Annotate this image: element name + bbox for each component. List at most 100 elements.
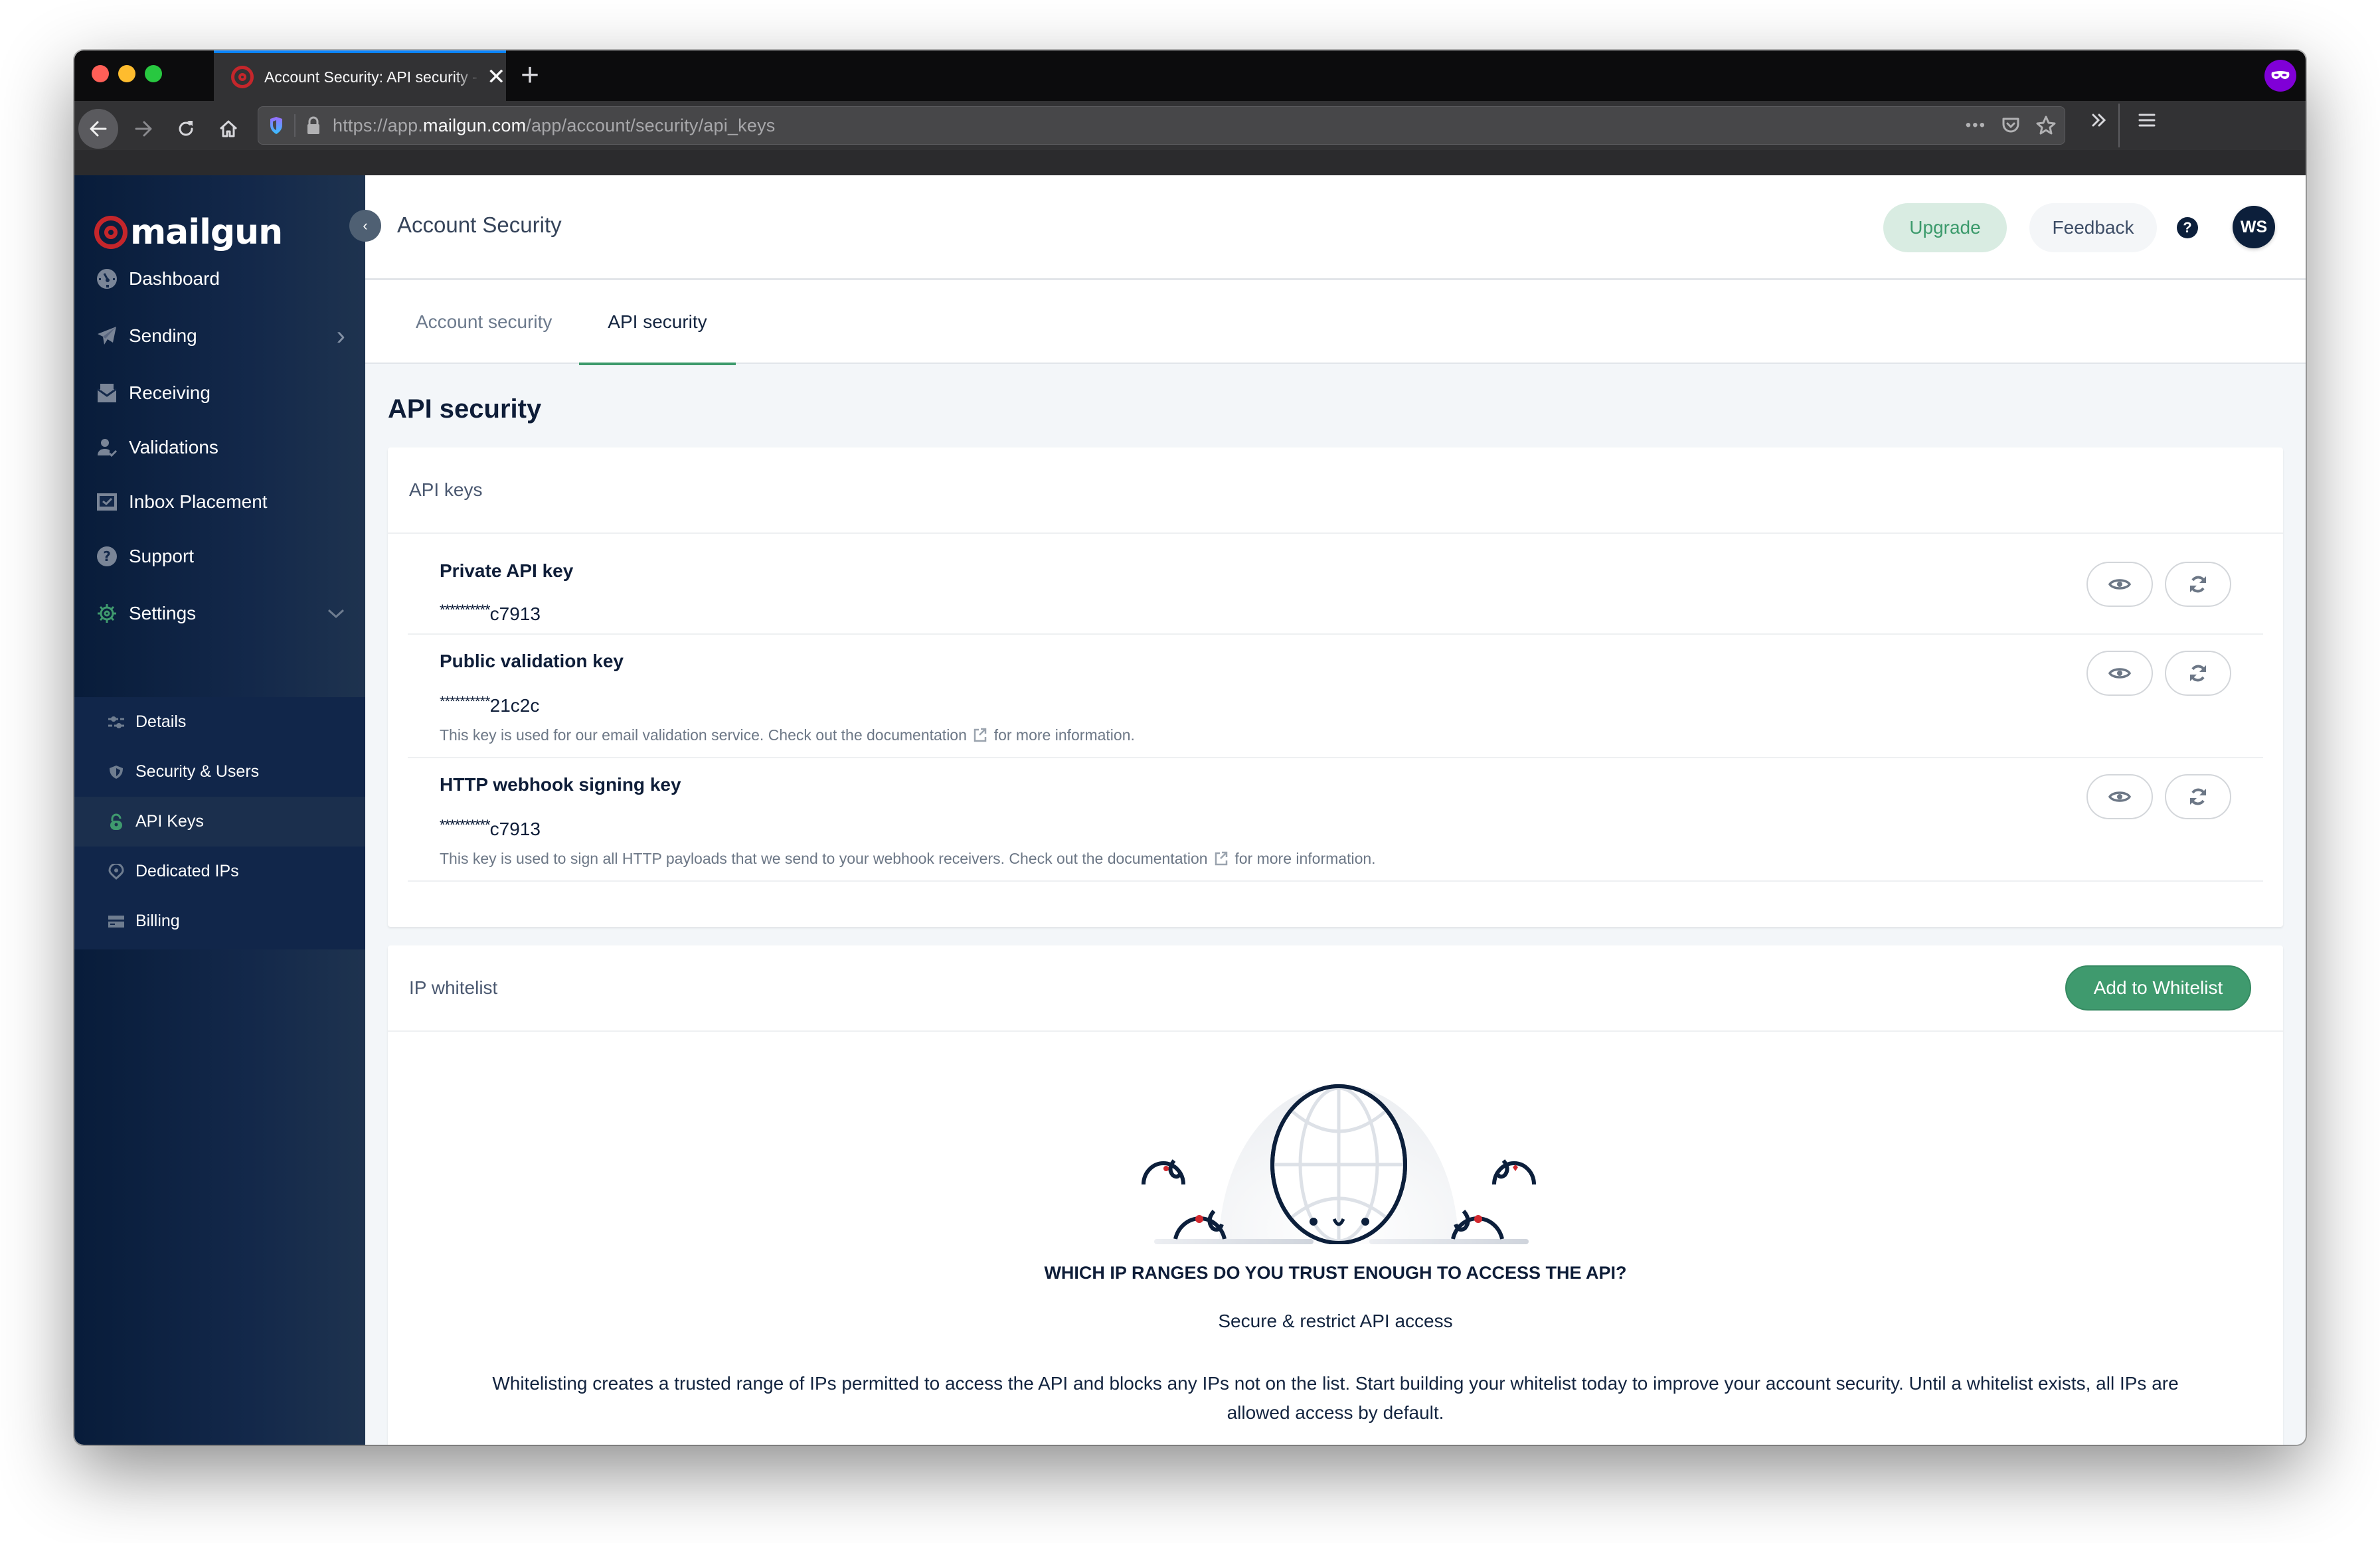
refresh-icon bbox=[2190, 665, 2206, 682]
sidebar-item-sending[interactable]: Sending › bbox=[74, 309, 365, 363]
refresh-icon bbox=[2190, 576, 2206, 593]
settings-subnav: Details Security & Users API Keys Dedica… bbox=[74, 697, 365, 949]
sidebar-subitem-label: API Keys bbox=[135, 812, 204, 831]
key-value: **********c7913 bbox=[440, 602, 541, 625]
key-description: This key is used for our email validatio… bbox=[440, 726, 1135, 744]
hamburger-menu-icon[interactable] bbox=[2137, 110, 2157, 136]
shield-icon bbox=[108, 764, 125, 781]
key-row-private: Private API key **********c7913 bbox=[408, 534, 2263, 635]
page-actions-more-icon[interactable]: ••• bbox=[1966, 116, 1986, 135]
lock-icon bbox=[108, 813, 125, 831]
address-bar-separator bbox=[294, 114, 296, 137]
reveal-key-button[interactable] bbox=[2086, 774, 2153, 819]
external-link-icon[interactable] bbox=[974, 728, 987, 742]
pocket-icon[interactable] bbox=[2001, 116, 2021, 135]
mailgun-app: mailgun Dashboard Sending › Receiving Va… bbox=[74, 175, 2306, 1445]
rotate-key-button[interactable] bbox=[2165, 562, 2231, 607]
tab-account-security[interactable]: Account security bbox=[416, 280, 552, 364]
window-zoom-button[interactable] bbox=[145, 65, 162, 82]
sidebar-subitem-details[interactable]: Details bbox=[74, 697, 365, 747]
secure-lock-icon[interactable] bbox=[306, 116, 321, 135]
tracking-protection-shield-icon[interactable] bbox=[269, 116, 284, 135]
key-mask: ********** bbox=[440, 817, 491, 833]
sidebar-subitem-security-users[interactable]: Security & Users bbox=[74, 747, 365, 797]
key-description-text: for more information. bbox=[993, 726, 1135, 744]
sidebar: mailgun Dashboard Sending › Receiving Va… bbox=[74, 175, 365, 1445]
external-link-icon[interactable] bbox=[1215, 851, 1228, 866]
sliders-icon bbox=[108, 714, 125, 731]
security-tabs: Account security API security bbox=[365, 280, 2306, 365]
reveal-key-button[interactable] bbox=[2086, 562, 2153, 607]
upgrade-button[interactable]: Upgrade bbox=[1883, 203, 2007, 252]
forward-button[interactable] bbox=[125, 110, 162, 147]
toolbar-divider bbox=[2118, 104, 2120, 147]
new-tab-button[interactable]: + bbox=[521, 57, 539, 94]
key-actions bbox=[2086, 774, 2231, 819]
rotate-key-button[interactable] bbox=[2165, 774, 2231, 819]
url-path: /app/account/security/api_keys bbox=[526, 115, 776, 135]
add-to-whitelist-button[interactable]: Add to Whitelist bbox=[2065, 965, 2251, 1011]
url-text[interactable]: https://app.mailgun.com/app/account/secu… bbox=[333, 116, 775, 136]
gear-icon bbox=[96, 602, 118, 625]
bookmark-star-icon[interactable] bbox=[2035, 115, 2057, 136]
globe-eye-right bbox=[1361, 1218, 1369, 1226]
sidebar-subitem-api-keys[interactable]: API Keys bbox=[74, 797, 365, 847]
inbox-placement-icon bbox=[96, 491, 118, 513]
ip-whitelist-card-header: IP whitelist Add to Whitelist bbox=[388, 945, 2283, 1032]
collapse-sidebar-button[interactable]: ‹ bbox=[349, 210, 381, 242]
chevron-right-icon[interactable]: › bbox=[337, 321, 345, 351]
sidebar-item-label: Dashboard bbox=[129, 268, 220, 289]
key-description-text: This key is used for our email validatio… bbox=[440, 726, 967, 744]
sidebar-item-receiving[interactable]: Receiving bbox=[74, 366, 365, 420]
paper-plane-icon bbox=[96, 325, 118, 347]
key-description-text: This key is used to sign all HTTP payloa… bbox=[440, 850, 1208, 867]
key-mask: ********** bbox=[440, 602, 491, 618]
browser-window: Account Security: API security - Mailgun… bbox=[74, 50, 2306, 1445]
key-row-public-validation: Public validation key **********21c2c Th… bbox=[408, 635, 2263, 758]
user-avatar[interactable]: WS bbox=[2233, 206, 2275, 248]
window-minimize-button[interactable] bbox=[118, 65, 135, 82]
sidebar-item-validations[interactable]: Validations bbox=[74, 421, 365, 474]
help-icon[interactable]: ? bbox=[2177, 217, 2198, 238]
tab-close-icon[interactable]: ✕ bbox=[487, 66, 506, 88]
browser-toolbar: https://app.mailgun.com/app/account/secu… bbox=[74, 101, 2306, 175]
key-value: **********c7913 bbox=[440, 817, 541, 840]
mailgun-logo[interactable]: mailgun bbox=[94, 212, 283, 252]
globe-illustration-icon bbox=[1142, 1084, 1536, 1244]
credit-card-icon bbox=[108, 913, 125, 930]
key-actions bbox=[2086, 562, 2231, 607]
sidebar-item-inbox-placement[interactable]: Inbox Placement bbox=[74, 475, 365, 528]
address-bar[interactable]: https://app.mailgun.com/app/account/secu… bbox=[258, 106, 2065, 145]
key-suffix: 21c2c bbox=[489, 695, 540, 716]
reveal-key-button[interactable] bbox=[2086, 651, 2153, 696]
key-suffix: c7913 bbox=[489, 604, 541, 624]
refresh-icon bbox=[2190, 788, 2206, 805]
chevron-down-icon[interactable] bbox=[327, 602, 345, 625]
tab-api-security[interactable]: API security bbox=[579, 280, 736, 365]
tab-title: Account Security: API security - Mailgun bbox=[264, 68, 480, 86]
sidebar-item-dashboard[interactable]: Dashboard bbox=[74, 252, 365, 305]
browser-tab-active[interactable]: Account Security: API security - Mailgun… bbox=[214, 50, 506, 101]
toolbar-lower-strip bbox=[74, 150, 2306, 175]
back-button[interactable] bbox=[78, 109, 118, 149]
reload-button[interactable] bbox=[167, 110, 205, 147]
window-close-button[interactable] bbox=[92, 65, 109, 82]
home-button[interactable] bbox=[210, 110, 247, 147]
whitelist-empty-subheading: Secure & restrict API access bbox=[1218, 1311, 1453, 1331]
globe-eye-left bbox=[1310, 1218, 1318, 1226]
sidebar-item-settings[interactable]: Settings bbox=[74, 587, 365, 640]
page-header: Account Security Upgrade Feedback ? WS bbox=[365, 175, 2306, 280]
overflow-menu-icon[interactable] bbox=[2089, 110, 2109, 136]
sidebar-subitem-dedicated-ips[interactable]: Dedicated IPs bbox=[74, 847, 365, 896]
key-row-webhook-signing: HTTP webhook signing key **********c7913… bbox=[408, 758, 2263, 882]
sidebar-subitem-billing[interactable]: Billing bbox=[74, 896, 365, 946]
location-pin-icon bbox=[108, 863, 125, 880]
feedback-button[interactable]: Feedback bbox=[2029, 203, 2157, 252]
illustration-ledge-left bbox=[1154, 1239, 1314, 1244]
url-actions: ••• bbox=[1966, 107, 2057, 144]
rotate-key-button[interactable] bbox=[2165, 651, 2231, 696]
page-title: Account Security bbox=[397, 212, 562, 237]
key-name: Private API key bbox=[440, 560, 574, 581]
key-value: **********21c2c bbox=[440, 693, 539, 716]
sidebar-item-support[interactable]: ? Support bbox=[74, 530, 365, 583]
